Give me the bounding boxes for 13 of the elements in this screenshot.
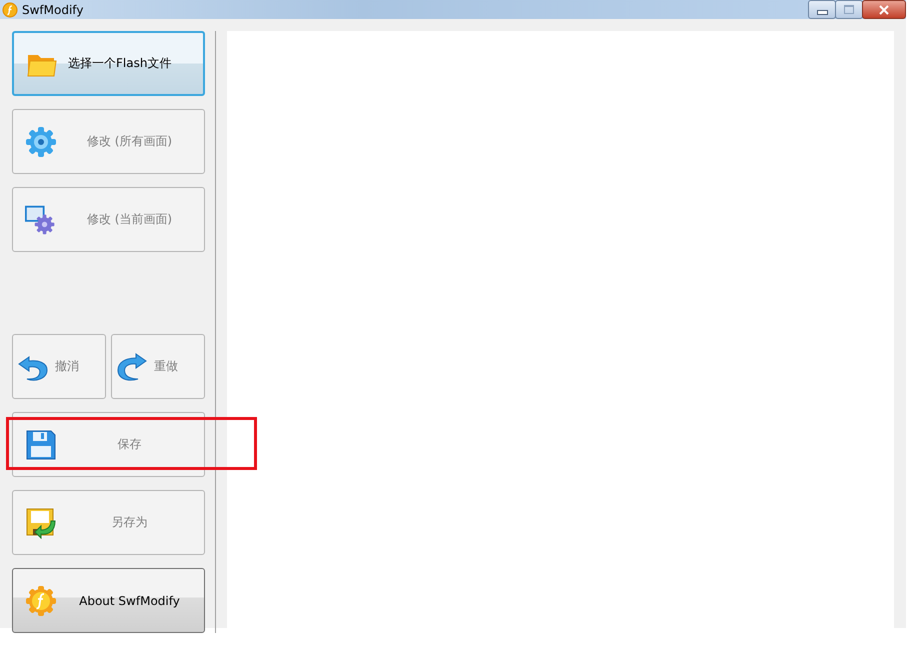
gear-logo-icon (25, 584, 57, 616)
app-logo-icon (2, 2, 18, 18)
window-title: SwfModify (22, 2, 84, 16)
floppy-disk-arrow-icon (25, 506, 57, 538)
minimize-button[interactable] (808, 0, 836, 19)
about-button[interactable]: About SwfModify (12, 568, 205, 633)
close-icon (879, 4, 889, 14)
gear-icon (25, 126, 57, 158)
folder-button[interactable]: 选择一个Flash文件 (12, 31, 205, 96)
maximize-button[interactable] (835, 0, 863, 19)
screen-gear-icon (25, 204, 57, 236)
close-button[interactable] (862, 0, 906, 19)
redo-arrow-icon (116, 350, 148, 382)
